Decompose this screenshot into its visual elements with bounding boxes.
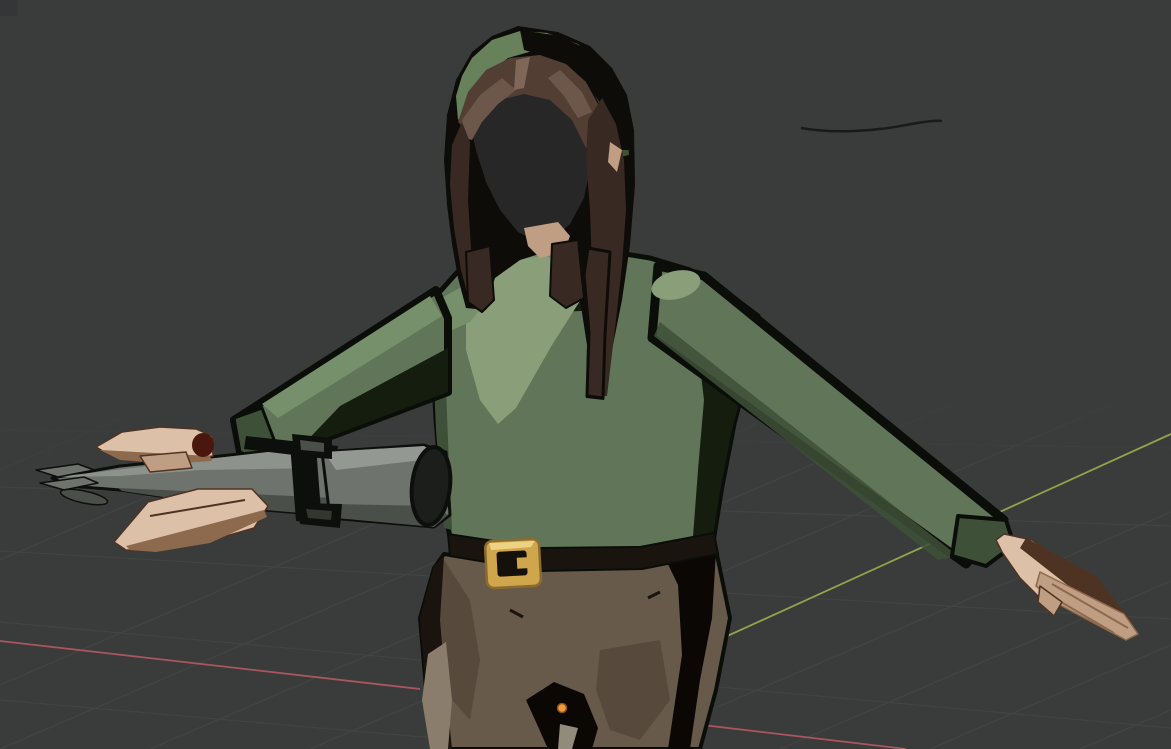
hair-strand-front-mid [550,240,584,308]
pants [420,550,730,749]
viewport-canvas[interactable] [0,0,1171,749]
hair-strand-front-left [466,246,494,312]
corner-patch [0,0,18,16]
viewport-3d[interactable] [0,0,1171,749]
belt-buckle [485,539,541,589]
origin-point[interactable] [558,704,567,713]
sleeve-opening-hole [192,433,214,457]
buckle-tab [517,557,530,569]
left-thumb [140,452,192,472]
